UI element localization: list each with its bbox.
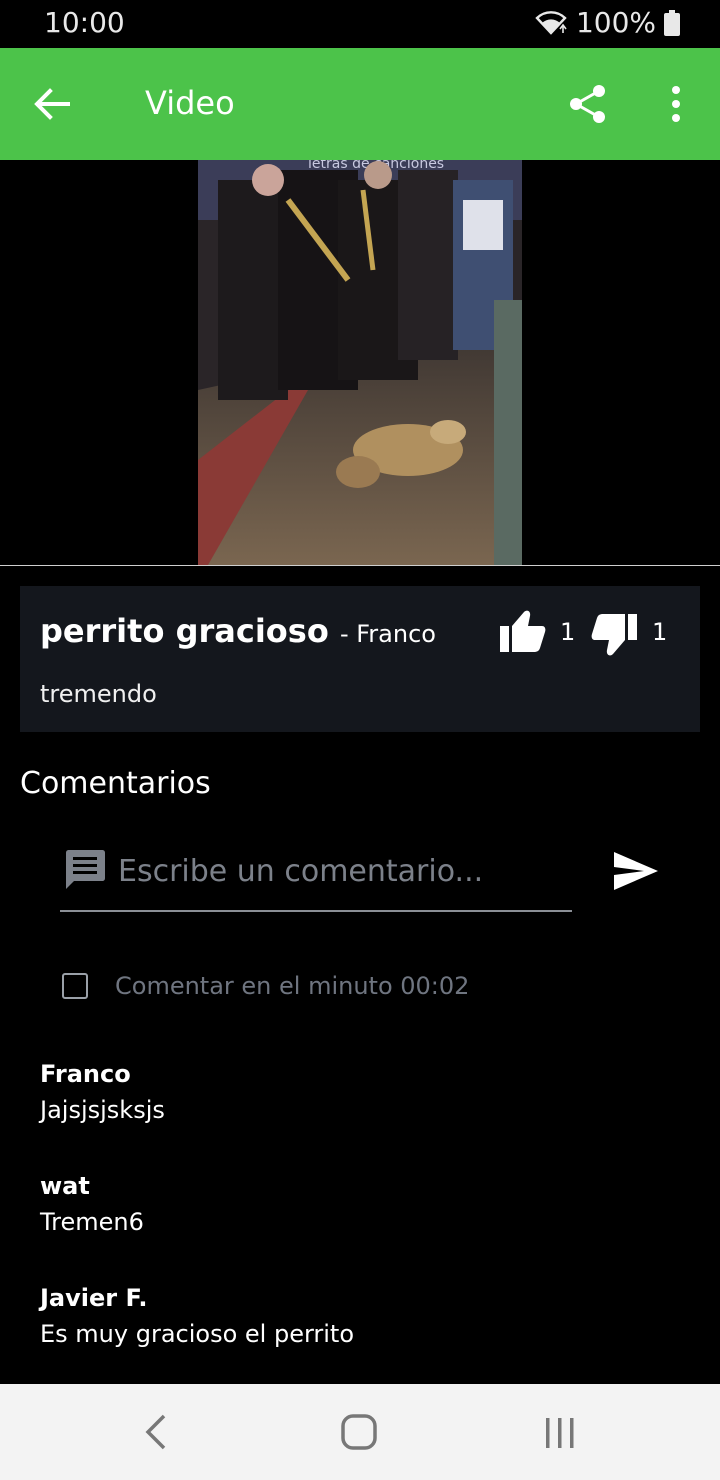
comment-input-container xyxy=(60,840,572,912)
comment-text: Jajsjsjsksjs xyxy=(40,1096,165,1124)
wifi-icon xyxy=(535,10,567,35)
status-right: 100% xyxy=(534,6,680,39)
status-time: 10:00 xyxy=(44,6,125,39)
battery-percent: 100% xyxy=(575,6,656,39)
video-description: tremendo xyxy=(40,680,157,708)
share-icon[interactable] xyxy=(566,82,610,126)
comment-at-minute-label: Comentar en el minuto 00:02 xyxy=(115,972,470,1000)
dislike-count: 1 xyxy=(652,618,668,646)
comment-text: Es muy gracioso el perrito xyxy=(40,1320,355,1348)
video-author: - Franco xyxy=(339,620,436,648)
video-title-line: perrito gracioso - Franco xyxy=(40,612,436,650)
comment-author: Franco xyxy=(40,1060,131,1088)
comment-item: Javier F. Es muy gracioso el perrito xyxy=(40,1284,354,1348)
thumb-up-icon[interactable] xyxy=(498,608,548,654)
comment-author: wat xyxy=(40,1172,90,1200)
chat-bubble-icon xyxy=(66,850,105,889)
send-icon[interactable] xyxy=(612,850,660,892)
comment-input[interactable] xyxy=(118,846,558,896)
video-player[interactable]: letras de canciones xyxy=(0,160,720,565)
comment-item: wat Tremen6 xyxy=(40,1172,144,1236)
video-frame[interactable]: letras de canciones xyxy=(198,160,522,565)
nav-recents-icon[interactable] xyxy=(540,1412,580,1452)
comment-item: Franco Jajsjsjsksjs xyxy=(40,1060,165,1124)
system-nav-bar xyxy=(0,1384,720,1480)
status-bar: 10:00 100% xyxy=(0,0,720,48)
video-title: perrito gracioso xyxy=(40,612,329,650)
thumb-down-icon[interactable] xyxy=(589,612,639,658)
like-count: 1 xyxy=(560,618,576,646)
nav-back-icon[interactable] xyxy=(140,1412,172,1452)
video-thumbnail: letras de canciones xyxy=(198,160,522,565)
comments-title: Comentarios xyxy=(20,766,211,801)
comment-author: Javier F. xyxy=(40,1284,148,1312)
nav-home-icon[interactable] xyxy=(339,1412,379,1452)
app-bar: Video xyxy=(0,48,720,160)
battery-icon xyxy=(664,9,680,36)
video-info-card: perrito gracioso - Franco tremendo 1 1 xyxy=(20,586,700,732)
comment-at-minute-checkbox[interactable] xyxy=(62,973,88,999)
more-vert-icon[interactable] xyxy=(660,82,692,126)
back-arrow-icon[interactable] xyxy=(30,82,74,126)
video-divider xyxy=(0,565,720,566)
page-title: Video xyxy=(145,84,235,122)
comment-text: Tremen6 xyxy=(40,1208,144,1236)
